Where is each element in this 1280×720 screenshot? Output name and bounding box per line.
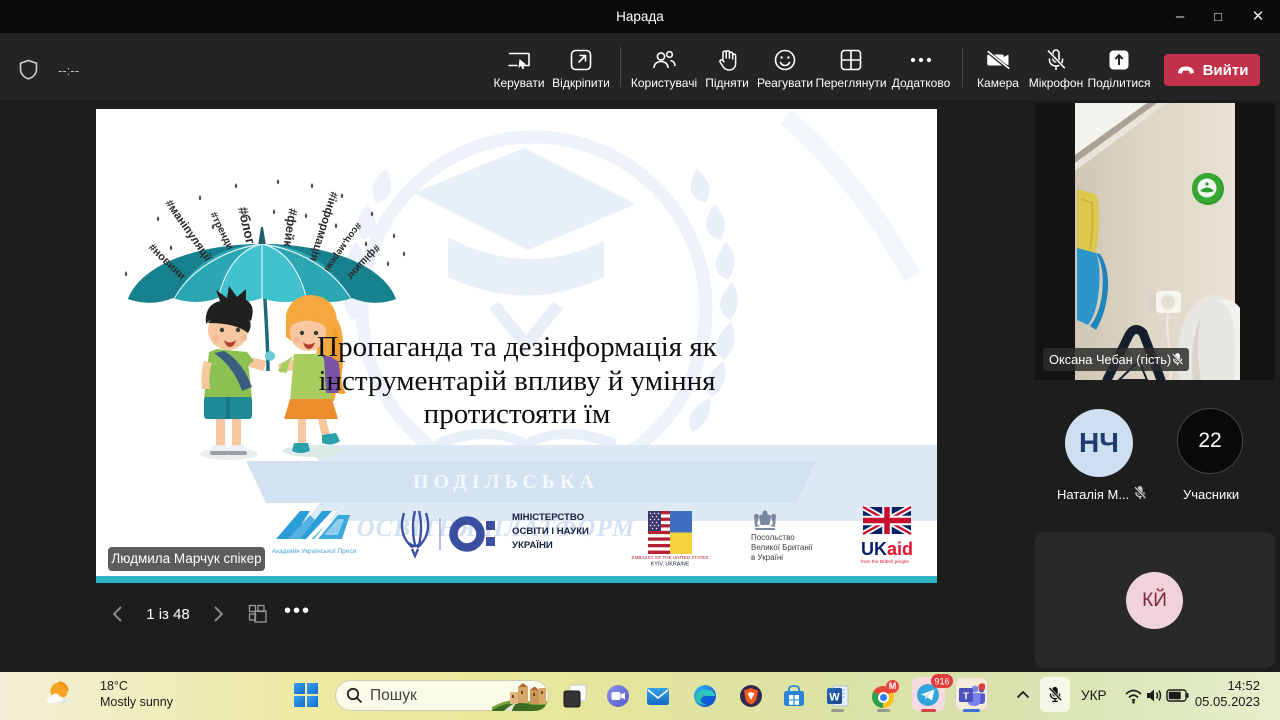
svg-text:МІНІСТЕРСТВО: МІНІСТЕРСТВО xyxy=(512,512,585,523)
svg-text:ОСВІТИ І НАУКИ: ОСВІТИ І НАУКИ xyxy=(512,526,589,537)
svg-text:УКРАЇНИ: УКРАЇНИ xyxy=(512,540,553,551)
svg-text:W: W xyxy=(829,692,840,704)
svg-text:Академія Української Преси: Академія Української Преси xyxy=(272,547,357,555)
svg-text:#блог: #блог xyxy=(235,205,258,246)
svg-text:UKaid: UKaid xyxy=(861,539,913,559)
svg-text:from the British people: from the British people xyxy=(861,559,909,565)
svg-text:Великої Британії: Великої Британії xyxy=(751,543,814,552)
svg-text:EMBASSY OF THE UNITED STATES: EMBASSY OF THE UNITED STATES xyxy=(631,555,708,560)
svg-text:#тренди: #тренди xyxy=(207,210,235,251)
svg-text:Посольство: Посольство xyxy=(751,533,795,542)
svg-text:ПОДІЛЬСЬКА: ПОДІЛЬСЬКА xyxy=(413,471,599,493)
svg-text:916: 916 xyxy=(934,677,949,687)
svg-text:ОСВІТНЯ ПЛАТФОРМ: ОСВІТНЯ ПЛАТФОРМ xyxy=(357,515,636,542)
svg-text:#фейк: #фейк xyxy=(281,208,300,249)
svg-text:T: T xyxy=(963,691,969,702)
svg-text:в Україні: в Україні xyxy=(751,553,783,562)
svg-text:KYIV, UKRAINE: KYIV, UKRAINE xyxy=(651,562,690,568)
